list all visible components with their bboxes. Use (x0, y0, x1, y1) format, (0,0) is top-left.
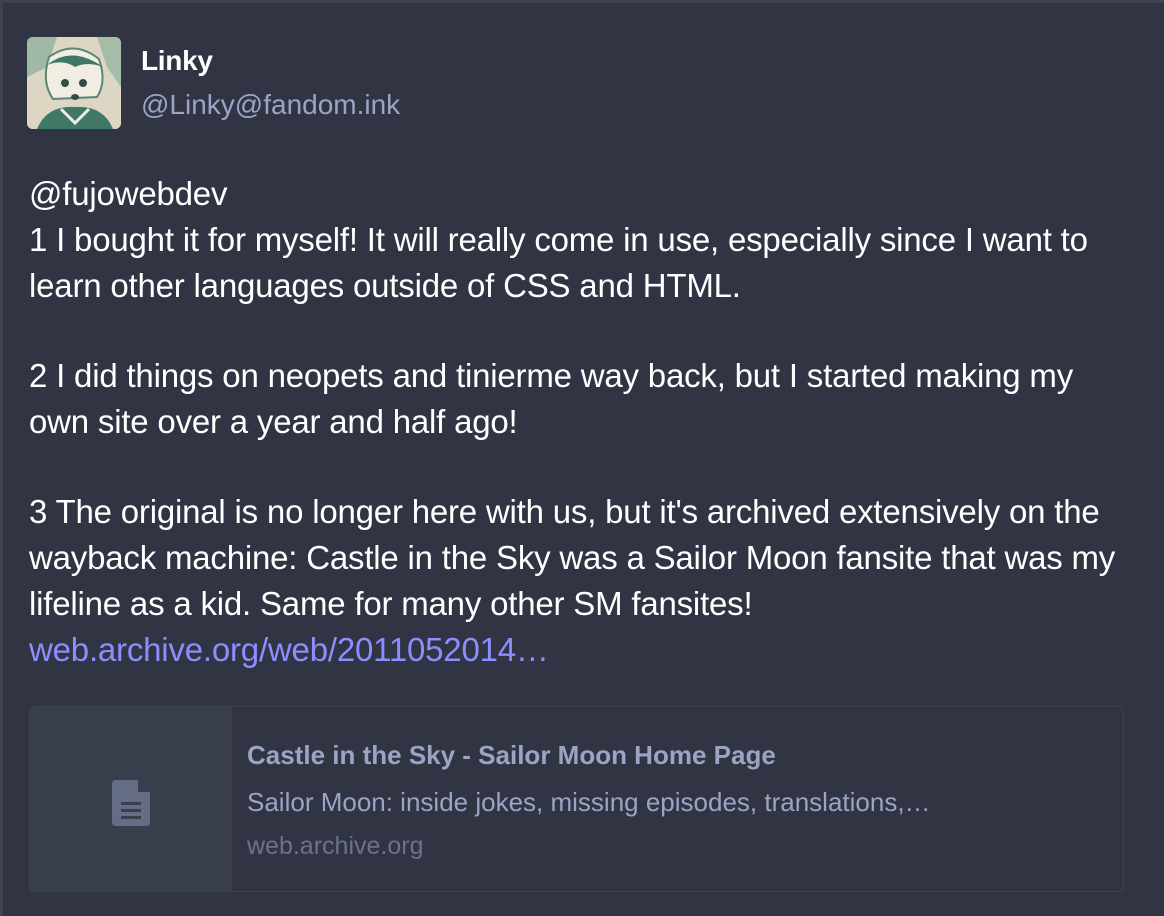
paragraph-1-text: 1 I bought it for myself! It will really… (29, 221, 1088, 304)
account-handle[interactable]: @Linky@fandom.ink (141, 89, 400, 121)
card-thumbnail (30, 707, 232, 891)
display-name[interactable]: Linky (141, 45, 213, 77)
link-preview-card[interactable]: Castle in the Sky - Sailor Moon Home Pag… (29, 706, 1124, 892)
manga-girl-avatar-icon (27, 37, 121, 129)
card-host: web.archive.org (247, 832, 424, 860)
paragraph-1: @fujowebdev 1 I bought it for myself! It… (29, 171, 1139, 309)
archive-link[interactable]: web.archive.org/web/2011052014… (29, 631, 549, 668)
document-icon (112, 780, 150, 826)
paragraph-2: 2 I did things on neopets and tinierme w… (29, 357, 1074, 440)
avatar[interactable] (27, 37, 121, 129)
card-title[interactable]: Castle in the Sky - Sailor Moon Home Pag… (247, 740, 776, 771)
paragraph-3-text: 3 The original is no longer here with us… (29, 493, 1116, 622)
card-description: Sailor Moon: inside jokes, missing episo… (247, 787, 931, 817)
paragraph-3: 3 The original is no longer here with us… (29, 489, 1139, 673)
status-content: @fujowebdev 1 I bought it for myself! It… (29, 171, 1139, 673)
status-post: Linky @Linky@fandom.ink @fujowebdev 1 I … (0, 0, 1164, 916)
mention-link[interactable]: @fujowebdev (29, 175, 227, 212)
